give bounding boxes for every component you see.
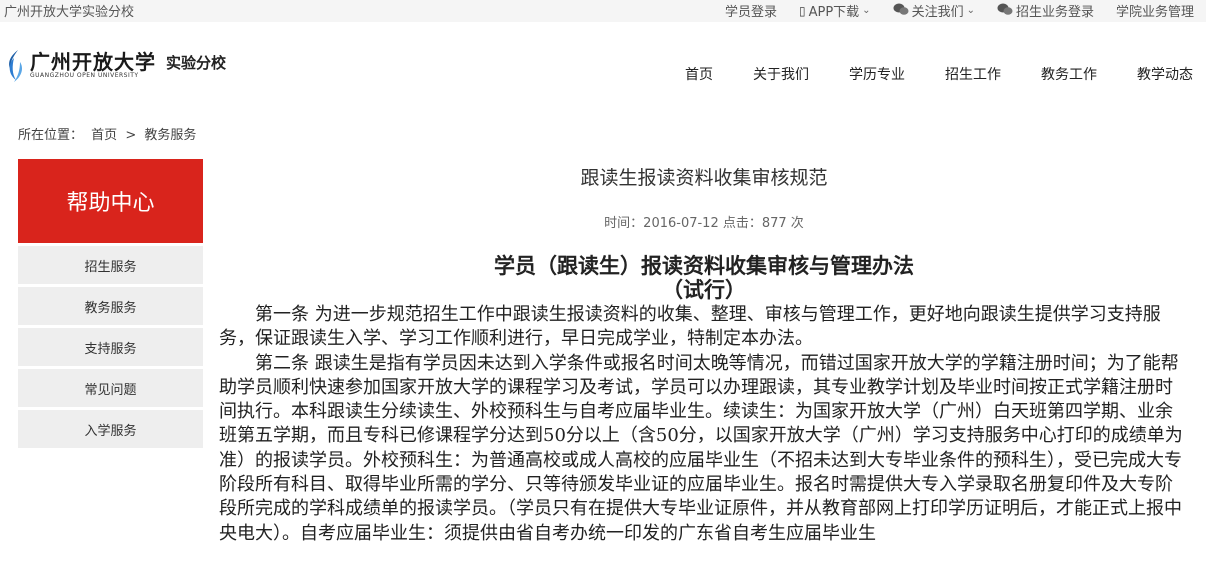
main-nav: 首页 关于我们 学历专业 招生工作 教务工作 教学动态 (645, 64, 1193, 84)
logo-cn: 广州开放大学 (30, 50, 156, 74)
sidebar-title: 帮助中心 (18, 159, 203, 243)
nav-news[interactable]: 教学动态 (1137, 64, 1193, 84)
phone-icon: ▯ (798, 3, 806, 18)
sidebar-item-support-service[interactable]: 支持服务 (18, 328, 203, 366)
article-paragraph: 第一条 为进一步规范招生工作中跟读生报读资料的收集、整理、审核与管理工作，更好地… (219, 304, 1161, 350)
recruit-login-link[interactable]: 招生业务登录 (997, 1, 1094, 20)
link-label: 关注我们 (911, 5, 964, 20)
link-label: APP下载 (808, 5, 860, 20)
wechat-icon (997, 3, 1013, 19)
site-logo[interactable]: 广州开放大学 GUANGZHOU OPEN UNIVERSITY 实验分校 (4, 48, 226, 84)
breadcrumb: 所在位置： 首页 > 教务服务 (18, 124, 200, 143)
sidebar-item-admissions-service[interactable]: 招生服务 (18, 246, 203, 284)
breadcrumb-home[interactable]: 首页 (91, 128, 117, 143)
sidebar-item-enrollment-service[interactable]: 入学服务 (18, 410, 203, 448)
college-admin-link[interactable]: 学院业务管理 (1116, 1, 1194, 20)
article-subheading: （试行） (662, 277, 746, 302)
wechat-icon (893, 3, 909, 19)
article-body: 第一条 为进一步规范招生工作中跟读生报读资料的收集、整理、审核与管理工作，更好地… (219, 303, 1187, 546)
article-title: 跟读生报读资料收集审核规范 (580, 167, 828, 189)
article-meta: 时间：2016-07-12 点击：877 次 (604, 216, 804, 231)
breadcrumb-separator: > (125, 128, 137, 143)
nav-admissions[interactable]: 招生工作 (945, 64, 1001, 84)
link-label: 招生业务登录 (1015, 5, 1094, 20)
sidebar-item-faq[interactable]: 常见问题 (18, 369, 203, 407)
app-download-link[interactable]: ▯ APP下载 ⌄ (798, 1, 871, 21)
article: 跟读生报读资料收集审核规范 时间：2016-07-12 点击：877 次 学员（… (219, 159, 1189, 546)
nav-about[interactable]: 关于我们 (753, 64, 809, 84)
nav-academic[interactable]: 教务工作 (1041, 64, 1097, 84)
chevron-down-icon: ⌄ (862, 5, 871, 16)
top-bar: 广州开放大学实验分校 学员登录 ▯ APP下载 ⌄ 关注我们 ⌄ 招生业务登录 … (0, 0, 1206, 22)
link-label: 学员登录 (724, 5, 777, 20)
logo-en: GUANGZHOU OPEN UNIVERSITY (30, 72, 139, 79)
breadcrumb-prefix: 所在位置： (18, 128, 84, 143)
logo-mark-icon (4, 48, 26, 84)
top-links: 学员登录 ▯ APP下载 ⌄ 关注我们 ⌄ 招生业务登录 学院业务管理 (703, 1, 1194, 20)
logo-suffix: 实验分校 (166, 53, 227, 72)
nav-programs[interactable]: 学历专业 (849, 64, 905, 84)
article-heading: 学员（跟读生）报读资料收集审核与管理办法 (494, 253, 914, 278)
site-name: 广州开放大学实验分校 (4, 5, 135, 20)
follow-us-link[interactable]: 关注我们 ⌄ (893, 1, 975, 20)
link-label: 学院业务管理 (1115, 5, 1194, 20)
chevron-down-icon: ⌄ (966, 5, 975, 16)
sidebar-item-academic-service[interactable]: 教务服务 (18, 287, 203, 325)
sidebar: 帮助中心 招生服务 教务服务 支持服务 常见问题 入学服务 (18, 159, 203, 448)
article-paragraph: 第二条 跟读生是指有学员因未达到入学条件或报名时间太晚等情况，而错过国家开放大学… (219, 352, 1183, 544)
student-login-link[interactable]: 学员登录 (725, 1, 777, 20)
breadcrumb-current[interactable]: 教务服务 (144, 128, 196, 143)
nav-home[interactable]: 首页 (685, 64, 713, 84)
site-header: 广州开放大学 GUANGZHOU OPEN UNIVERSITY 实验分校 首页… (0, 22, 1206, 104)
logo-text: 广州开放大学 GUANGZHOU OPEN UNIVERSITY (30, 52, 156, 80)
